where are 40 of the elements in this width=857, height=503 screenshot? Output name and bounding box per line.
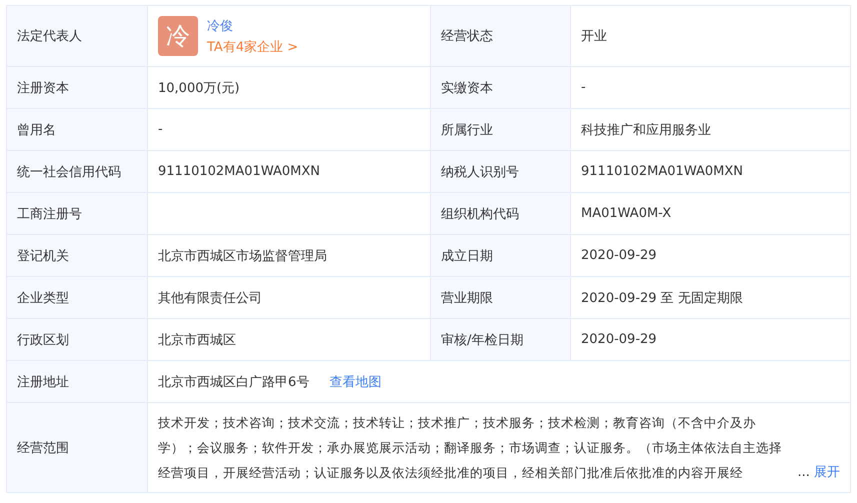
field-value: 开业 xyxy=(581,29,607,44)
field-label: 经营范围 xyxy=(17,440,69,456)
field-label: 统一社会信用代码 xyxy=(17,164,121,180)
field-value: 北京市西城区市场监督管理局 xyxy=(158,248,327,264)
field-value: MA01WA0M-X xyxy=(581,206,672,221)
field-value: 10,000万(元) xyxy=(158,80,240,96)
field-label: 营业期限 xyxy=(441,290,493,306)
field-label: 行政区划 xyxy=(17,332,69,348)
field-label: 所属行业 xyxy=(441,122,493,138)
field-value: 91110102MA01WA0MXN xyxy=(158,164,320,179)
field-label: 注册地址 xyxy=(17,374,69,390)
field-label: 实缴资本 xyxy=(441,80,493,96)
avatar-icon: 冷 xyxy=(158,16,198,56)
field-value: 2020-09-29 xyxy=(581,332,657,347)
field-label: 企业类型 xyxy=(17,290,69,306)
field-label: 曾用名 xyxy=(17,122,56,138)
field-value: 北京市西城区 xyxy=(158,332,236,348)
field-label: 注册资本 xyxy=(17,80,69,96)
business-scope-text: 技术开发；技术咨询；技术交流；技术转让；技术推广；技术服务；技术检测；教育咨询（不含中介及办学）；会议服务；软件开发；承办展览展示活动；翻译服务；市场调查；认证服务。（市场主体依法自主选择经营项目，开展经营活动；认证服务以及依法须经批准的项目，经相关部门批准后依批准的内容开展经 xyxy=(158,414,783,482)
field-value: 2020-09-29 至 无固定期限 xyxy=(581,290,743,306)
person-name-link[interactable]: 冷俊 xyxy=(207,16,298,34)
field-label: 纳税人识别号 xyxy=(441,164,519,180)
field-value: 91110102MA01WA0MXN xyxy=(581,164,743,179)
field-value: 北京市西城区白广路甲6号 xyxy=(158,374,310,390)
field-value: - xyxy=(158,122,163,137)
expand-link[interactable]: 展开 xyxy=(814,465,840,480)
field-value: 科技推广和应用服务业 xyxy=(581,122,711,138)
ellipsis: ... xyxy=(797,465,810,480)
field-label: 登记机关 xyxy=(17,248,69,264)
field-label: 工商注册号 xyxy=(17,206,82,222)
field-label: 组织机构代码 xyxy=(441,206,519,222)
view-map-link[interactable]: 查看地图 xyxy=(329,374,382,390)
field-label: 法定代表人 xyxy=(17,29,82,44)
field-value: - xyxy=(581,80,586,95)
field-value: 其他有限责任公司 xyxy=(158,290,262,306)
field-label: 审核/年检日期 xyxy=(441,332,524,348)
field-label: 成立日期 xyxy=(441,248,493,264)
companies-link[interactable]: TA有4家企业 > xyxy=(207,38,298,56)
field-value: 2020-09-29 xyxy=(581,248,657,263)
field-label: 经营状态 xyxy=(441,29,493,44)
